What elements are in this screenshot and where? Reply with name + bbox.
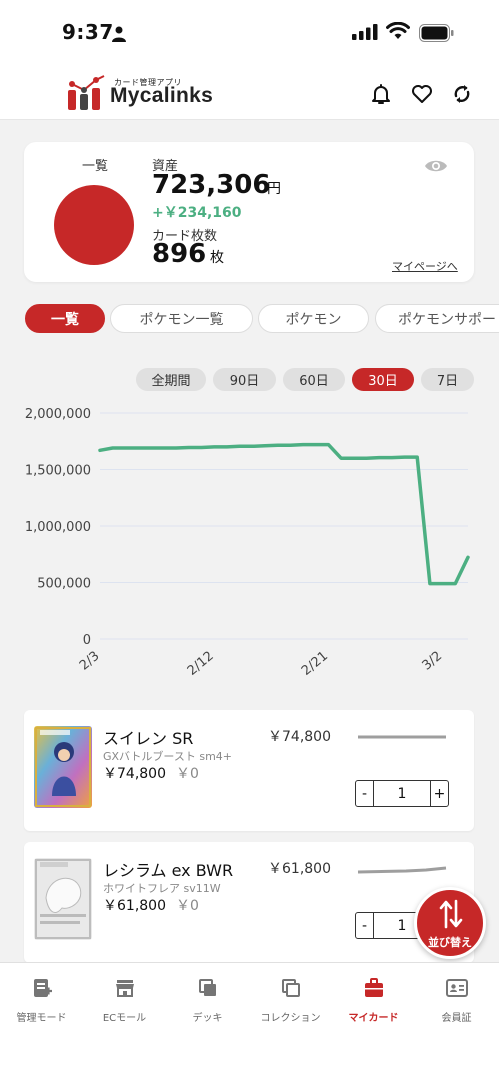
card-name: レシラム ex BWR xyxy=(103,861,234,880)
card-price-row: ￥61,800 ￥0 xyxy=(103,895,199,915)
nav-item-label: 会員証 xyxy=(441,1013,472,1024)
quantity-value[interactable]: 1 xyxy=(373,781,431,806)
wifi-icon xyxy=(386,22,410,39)
member-card-icon xyxy=(445,979,468,997)
card-price-change: ￥0 xyxy=(176,898,199,914)
edit-note-icon xyxy=(33,979,52,997)
sort-button-label: 並び替え xyxy=(428,936,472,949)
range-tab-7d[interactable]: 7日 xyxy=(421,368,474,391)
range-tab-all[interactable]: 全期間 xyxy=(136,368,206,391)
card-price: ￥74,800 xyxy=(103,766,166,782)
nav-item-management-mode[interactable]: 管理モード xyxy=(0,977,83,1027)
status-time: 9:37 xyxy=(62,20,114,44)
nav-item-my-card[interactable]: マイカード xyxy=(332,977,415,1027)
card-price: ￥61,800 xyxy=(103,898,166,914)
briefcase-icon xyxy=(364,978,383,997)
app-header: カード管理アプリ Mycalinks xyxy=(0,64,499,120)
sort-button[interactable]: 並び替え xyxy=(414,887,486,959)
card-set-name: GXバトルブースト sm4+ xyxy=(103,750,232,763)
battery-icon xyxy=(419,24,454,42)
bottom-navigation: 管理モード ECモール デッキ コレクション マイカード 会員証 xyxy=(0,962,499,1080)
chart-y-tick-label: 2,000,000 xyxy=(25,407,91,422)
chart-y-tick-label: 500,000 xyxy=(37,577,91,592)
collection-icon xyxy=(281,979,300,997)
chart-y-tick-label: 1,000,000 xyxy=(25,520,91,535)
breakdown-label: 一覧 xyxy=(82,159,109,174)
card-price-change: ￥0 xyxy=(176,766,199,782)
status-bar: 9:37 xyxy=(0,0,499,64)
chart-series-line xyxy=(98,442,470,586)
nav-item-label: コレクション xyxy=(260,1013,321,1024)
card-list-item[interactable]: レシラム ex BWR ￥61,800 ホワイトフレア sv11W ￥61,80… xyxy=(24,842,474,963)
nav-item-ec-mall[interactable]: ECモール xyxy=(83,977,166,1027)
card-thumbnail-image[interactable] xyxy=(34,858,92,940)
signal-icon xyxy=(352,24,378,40)
card-price-header: ￥61,800 xyxy=(268,861,331,877)
category-tab-pokemon-list[interactable]: ポケモン一覧 xyxy=(110,304,253,333)
asset-history-chart: 2,000,000 1,500,000 1,000,000 500,000 02/3 2/… xyxy=(25,407,470,679)
card-set-name: ホワイトフレア sv11W xyxy=(103,882,221,895)
card-price-sparkline xyxy=(357,866,447,874)
heart-icon[interactable] xyxy=(410,82,434,106)
category-tab-pokemon[interactable]: ポケモン xyxy=(258,304,369,333)
card-list-item[interactable]: スイレン SR ￥74,800 GXバトルブースト sm4+ ￥74,800 ￥0… xyxy=(24,710,474,831)
nav-item-label: デッキ xyxy=(192,1013,223,1024)
quantity-minus-button[interactable]: - xyxy=(356,781,373,806)
range-tab-30d[interactable]: 30日 xyxy=(352,368,414,391)
deck-icon xyxy=(198,979,216,996)
card-count-value: 896 xyxy=(152,239,207,269)
card-price-sparkline xyxy=(358,735,446,739)
range-tab-60d[interactable]: 60日 xyxy=(283,368,345,391)
category-tab-pokemon-support[interactable]: ポケモンサポー xyxy=(375,304,499,333)
card-name: スイレン SR xyxy=(103,729,194,748)
chart-y-tick-label: 1,500,000 xyxy=(25,464,91,479)
chart-x-tick-label: 3/2 xyxy=(420,649,446,674)
card-price-header: ￥74,800 xyxy=(268,729,331,745)
chart-x-tick-label: 2/3 xyxy=(77,649,103,674)
nav-item-member-card[interactable]: 会員証 xyxy=(415,977,498,1027)
asset-value: 723,306 xyxy=(152,170,271,200)
card-thumbnail-image[interactable] xyxy=(34,726,92,808)
nav-item-label: マイカード xyxy=(348,1013,399,1024)
card-count-unit: 枚 xyxy=(210,250,224,266)
asset-pie-chart[interactable] xyxy=(54,185,134,265)
nav-item-deck[interactable]: デッキ xyxy=(166,977,249,1027)
asset-delta: +￥234,160 xyxy=(152,205,242,221)
chart-x-tick-label: 2/12 xyxy=(185,649,217,679)
person-icon xyxy=(112,26,126,42)
mypage-link[interactable]: マイページへ xyxy=(392,258,458,274)
logo-text: Mycalinks xyxy=(110,84,214,107)
quantity-stepper: - 1 + xyxy=(355,780,449,807)
bell-icon[interactable] xyxy=(369,82,393,106)
asset-summary-card: 一覧 資産 723,306 円 +￥234,160 カード枚数 896 枚 マイ… xyxy=(24,142,474,282)
category-tab-all[interactable]: 一覧 xyxy=(25,304,105,333)
sort-arrows-icon xyxy=(439,899,463,929)
chart-x-tick-label: 2/21 xyxy=(299,649,331,679)
store-icon xyxy=(115,980,134,997)
nav-item-label: 管理モード xyxy=(16,1013,67,1024)
mycalinks-logo-icon xyxy=(68,75,105,110)
quantity-plus-button[interactable]: + xyxy=(431,781,448,806)
sync-icon[interactable] xyxy=(450,82,474,106)
category-tabs: 一覧 ポケモン一覧 ポケモン ポケモンサポー xyxy=(0,304,499,334)
card-price-row: ￥74,800 ￥0 xyxy=(103,763,199,783)
nav-item-label: ECモール xyxy=(102,1013,147,1024)
quantity-minus-button[interactable]: - xyxy=(356,913,373,938)
chart-y-tick-label: 0 xyxy=(83,633,91,648)
nav-item-collection[interactable]: コレクション xyxy=(249,977,332,1027)
eye-icon[interactable] xyxy=(424,158,448,174)
asset-unit: 円 xyxy=(267,181,281,197)
range-tab-90d[interactable]: 90日 xyxy=(213,368,276,391)
